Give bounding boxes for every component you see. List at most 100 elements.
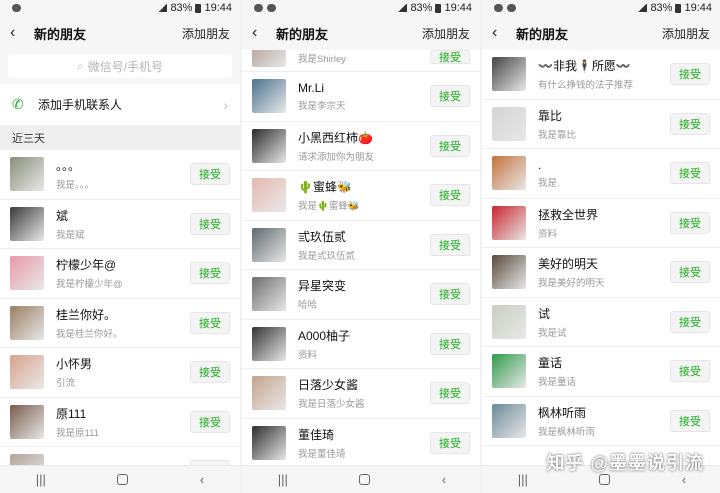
- list-item[interactable]: 原111 我是原111 接受: [0, 398, 240, 447]
- contact-name: 小怀男: [56, 357, 93, 372]
- search-input[interactable]: ⌕ 微信号/手机号: [8, 54, 232, 78]
- list-item[interactable]: 〰️非我🕴所愿〰️ 有什么挣钱的法子推荐 接受: [482, 50, 720, 100]
- accept-button[interactable]: 接受: [430, 332, 470, 355]
- recent-apps-icon[interactable]: |||: [36, 472, 46, 487]
- recent-apps-icon[interactable]: |||: [278, 472, 288, 487]
- accept-button[interactable]: 接受: [670, 63, 710, 86]
- recent-apps-icon[interactable]: |||: [518, 472, 528, 487]
- avatar: [10, 256, 44, 291]
- avatar: [492, 304, 526, 339]
- panel-3: 83% 19:44 ‹ 新的朋友 添加朋友 〰️非我🕴所愿〰️ 有什么挣钱的法子推…: [480, 0, 720, 493]
- list-item[interactable]: 小怀男 引流 接受: [0, 348, 240, 398]
- contact-info: 日落少女酱 我是日落少女酱: [298, 376, 430, 410]
- list-item[interactable]: 柠檬少年@ 我是柠檬少年@ 接受: [0, 249, 240, 299]
- screenshot-collage: 83% 19:44 ‹ 新的朋友 添加朋友 ⌕ 微信号/手机号 ✆ 添加手机联系…: [0, 0, 720, 493]
- list-item[interactable]: 桂兰你好。 我是桂兰你好。 接受: [0, 299, 240, 348]
- contact-name: 异星突变: [298, 279, 347, 294]
- accept-button[interactable]: 接受: [670, 162, 710, 185]
- accept-button[interactable]: 接受: [430, 50, 470, 64]
- watermark: 知乎 @墨墨说引流: [546, 453, 704, 473]
- contact-name: 。。。: [56, 159, 81, 174]
- list-item[interactable]: 试我是试 接受: [482, 298, 720, 347]
- list-item[interactable]: 靠比 我是靠比 接受: [482, 100, 720, 149]
- request-message: 我是桂兰你好。: [56, 328, 123, 340]
- avatar: [492, 106, 526, 141]
- request-message: 我是弎玖伍贰: [298, 250, 356, 262]
- list-item[interactable]: A000柚子 资料 接受: [242, 320, 480, 369]
- contact-info: 小怀男 引流: [56, 355, 190, 389]
- list-item[interactable]: Mr.Li 我是李宗天 接受: [242, 72, 480, 122]
- request-message: 资料: [298, 349, 318, 361]
- add-friend-button[interactable]: 添加朋友: [662, 25, 710, 42]
- request-message: 我是童话: [538, 377, 577, 389]
- accept-button[interactable]: 接受: [670, 310, 710, 333]
- add-friend-button[interactable]: 添加朋友: [422, 25, 470, 42]
- accept-button[interactable]: 接受: [430, 134, 470, 157]
- back-arrow-icon[interactable]: ‹: [492, 24, 508, 42]
- avatar: [10, 206, 44, 241]
- contact-name: 原111: [56, 406, 87, 421]
- request-message: 我是。。。: [56, 180, 95, 192]
- list-item[interactable]: 弎玖伍贰 我是弎玖伍贰 接受: [242, 221, 480, 270]
- list-item[interactable]: 小黑西红柿🍅 请求添加你为朋友 接受: [242, 122, 480, 171]
- accept-button[interactable]: 接受: [190, 311, 230, 334]
- accept-button[interactable]: 接受: [430, 85, 470, 108]
- contact-info: 。。。 我是。。。: [56, 157, 190, 191]
- contact-name: 斌: [56, 208, 69, 223]
- clock: 19:44: [204, 2, 232, 14]
- accept-button[interactable]: 接受: [430, 283, 470, 306]
- accept-button[interactable]: 接受: [670, 211, 710, 234]
- list-item[interactable]: 童话 我是童话 接受: [482, 347, 720, 397]
- list-item[interactable]: 拯救全世界 资料 接受: [482, 199, 720, 248]
- list-item[interactable]: 🌵蜜蜂🐝 我是🌵蜜蜂🐝 接受: [242, 171, 480, 221]
- accept-button[interactable]: 接受: [430, 382, 470, 405]
- battery-percent: 83%: [650, 2, 673, 14]
- home-icon[interactable]: [117, 474, 129, 485]
- contact-info: 桂兰你好。我是桂兰你好。: [56, 306, 190, 340]
- accept-button[interactable]: 接受: [190, 262, 230, 285]
- chat-bubble-icon: [12, 4, 21, 12]
- request-message: 我是试: [538, 327, 567, 339]
- list-item[interactable]: 斌我是斌 接受: [0, 200, 240, 249]
- list-item[interactable]: 董佳琦 我是董佳琦 接受: [242, 419, 480, 468]
- accept-button[interactable]: 接受: [670, 360, 710, 383]
- nav-back-icon[interactable]: ‹: [200, 472, 204, 487]
- avatar: [492, 354, 526, 389]
- back-arrow-icon[interactable]: ‹: [10, 24, 26, 42]
- accept-button[interactable]: 接受: [190, 410, 230, 433]
- avatar: [252, 376, 286, 411]
- home-icon[interactable]: [359, 474, 371, 485]
- list-item[interactable]: 美好的明天 我是美好的明天 接受: [482, 248, 720, 298]
- home-icon[interactable]: [599, 474, 611, 485]
- accept-button[interactable]: 接受: [430, 184, 470, 207]
- add-phone-contacts-row[interactable]: ✆ 添加手机联系人 ›: [0, 84, 240, 126]
- accept-button[interactable]: 接受: [190, 361, 230, 384]
- battery-icon: [675, 3, 682, 13]
- accept-button[interactable]: 接受: [430, 233, 470, 256]
- list-item[interactable]: 枫林听雨 我是枫林听雨 接受: [482, 397, 720, 446]
- nav-back-icon[interactable]: ‹: [442, 472, 446, 487]
- list-item-partial[interactable]: 我是Shirley 接受: [242, 50, 480, 72]
- status-bar: 83% 19:44: [482, 0, 720, 16]
- list-item[interactable]: 。。。 我是。。。 接受: [0, 150, 240, 200]
- accept-button[interactable]: 接受: [670, 112, 710, 135]
- contact-name: 桂兰你好。: [56, 307, 117, 322]
- request-message: 我是柠檬少年@: [56, 279, 123, 291]
- contact-info: 〰️非我🕴所愿〰️ 有什么挣钱的法子推荐: [538, 57, 670, 91]
- accept-button[interactable]: 接受: [190, 212, 230, 235]
- accept-button[interactable]: 接受: [670, 409, 710, 432]
- battery-percent: 83%: [170, 2, 193, 14]
- list-item[interactable]: . 我是. 接受: [482, 149, 720, 199]
- title-bar: ‹ 新的朋友 添加朋友: [482, 16, 720, 50]
- wechat-icon: [507, 4, 516, 12]
- list-item[interactable]: 异星突变 哈哈 接受: [242, 270, 480, 320]
- accept-button[interactable]: 接受: [670, 261, 710, 284]
- list-item[interactable]: 日落少女酱 我是日落少女酱 接受: [242, 369, 480, 419]
- contact-name: 日落少女酱: [298, 378, 359, 393]
- add-friend-button[interactable]: 添加朋友: [182, 25, 230, 42]
- accept-button[interactable]: 接受: [190, 163, 230, 186]
- back-arrow-icon[interactable]: ‹: [252, 24, 268, 42]
- request-message: 我是Shirley: [298, 54, 347, 65]
- panel-2: 83% 19:44 ‹ 新的朋友 添加朋友 我是Shirley 接受 Mr.Li…: [240, 0, 480, 493]
- accept-button[interactable]: 接受: [430, 431, 470, 454]
